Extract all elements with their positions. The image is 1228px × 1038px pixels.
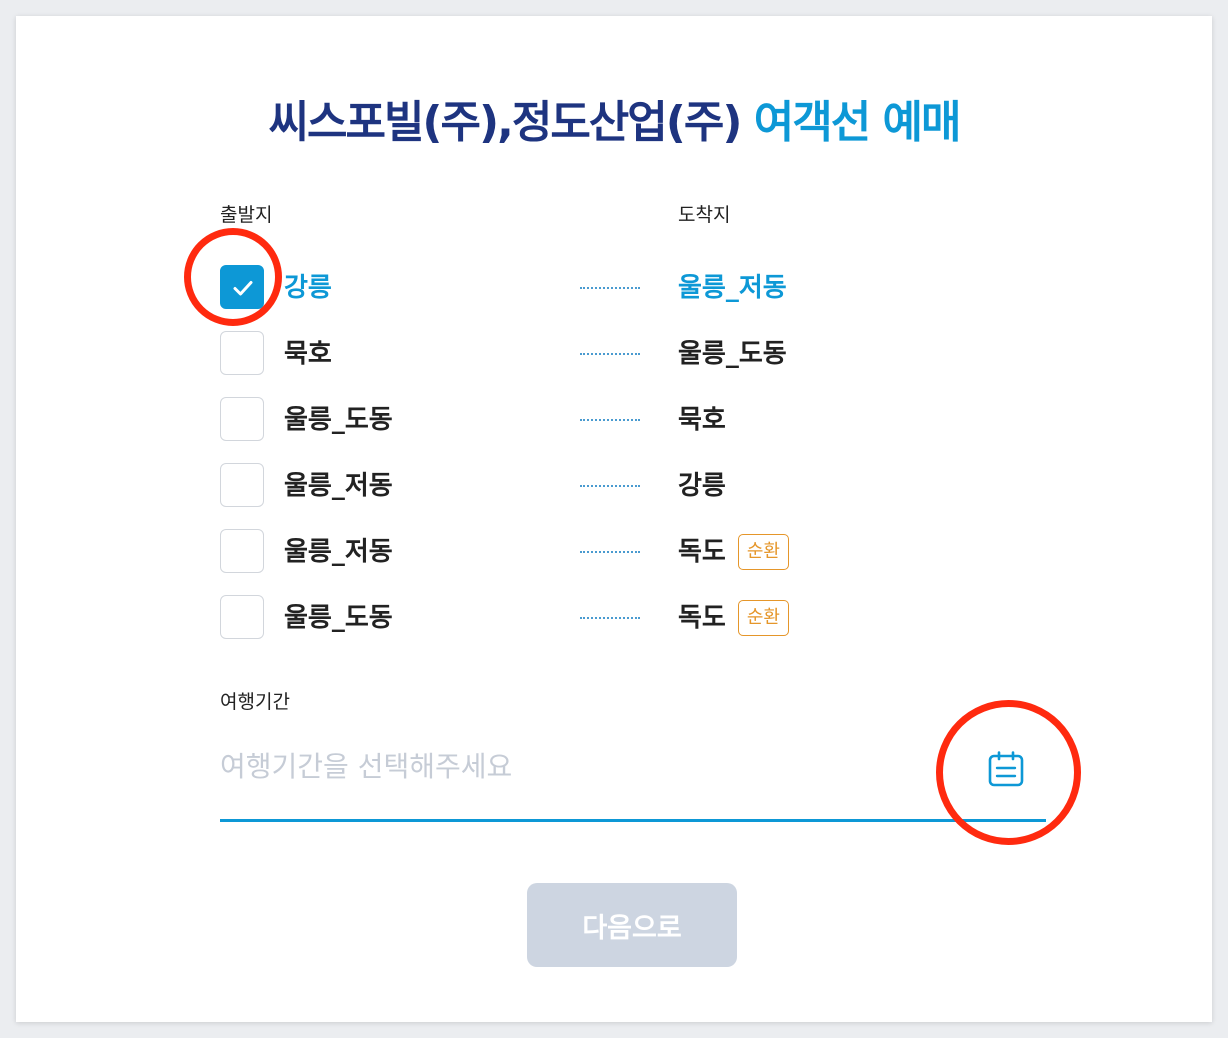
route-connector	[580, 419, 640, 421]
route-arrival: 울릉_저동	[678, 265, 787, 311]
route-checkbox[interactable]	[220, 529, 264, 573]
route-checkbox[interactable]	[220, 265, 264, 309]
route-connector	[580, 617, 640, 619]
arrival-column-label: 도착지	[678, 204, 731, 226]
route-connector	[580, 353, 640, 355]
route-arrival-label: 울릉_저동	[678, 273, 787, 303]
route-connector	[580, 287, 640, 289]
title-service: 여객선 예매	[753, 97, 962, 148]
route-arrival: 독도 순환	[678, 595, 789, 641]
route-arrival-label: 독도	[678, 537, 726, 567]
calendar-icon[interactable]	[984, 750, 1028, 790]
route-arrival-label: 강릉	[678, 471, 726, 501]
route-connector	[580, 551, 640, 553]
circular-route-badge: 순환	[737, 534, 789, 570]
route-arrival: 묵호	[678, 397, 726, 443]
route-arrival-label: 독도	[678, 603, 726, 633]
route-departure[interactable]: 울릉_저동	[284, 529, 393, 575]
departure-column-label: 출발지	[220, 204, 273, 226]
route-row[interactable]: 울릉_도동 독도 순환	[16, 595, 1212, 641]
period-underline	[220, 819, 1046, 822]
title-company: 씨스포빌(주),정도산업(주)	[268, 97, 754, 148]
route-row[interactable]: 강릉 울릉_저동	[16, 265, 1212, 311]
booking-card: 씨스포빌(주),정도산업(주) 여객선 예매 출발지 도착지 강릉 울릉_저동 묵호…	[16, 16, 1212, 1022]
route-arrival: 독도 순환	[678, 529, 789, 575]
route-departure[interactable]: 강릉	[284, 265, 332, 311]
circular-route-badge: 순환	[737, 600, 789, 636]
route-row[interactable]: 묵호 울릉_도동	[16, 331, 1212, 377]
route-departure[interactable]: 울릉_도동	[284, 397, 393, 443]
route-departure[interactable]: 울릉_도동	[284, 595, 393, 641]
route-arrival: 울릉_도동	[678, 331, 787, 377]
period-input[interactable]	[220, 738, 960, 794]
page-title: 씨스포빌(주),정도산업(주) 여객선 예매	[16, 86, 1212, 150]
route-checkbox[interactable]	[220, 463, 264, 507]
route-arrival-label: 묵호	[678, 405, 726, 435]
period-label: 여행기간	[220, 691, 290, 713]
route-row[interactable]: 울릉_저동 강릉	[16, 463, 1212, 509]
route-departure[interactable]: 묵호	[284, 331, 332, 377]
route-arrival: 강릉	[678, 463, 726, 509]
route-arrival-label: 울릉_도동	[678, 339, 787, 369]
route-connector	[580, 485, 640, 487]
check-icon	[233, 281, 253, 296]
next-button[interactable]: 다음으로	[527, 883, 737, 967]
route-checkbox[interactable]	[220, 397, 264, 441]
route-row[interactable]: 울릉_도동 묵호	[16, 397, 1212, 443]
route-row[interactable]: 울릉_저동 독도 순환	[16, 529, 1212, 575]
route-checkbox[interactable]	[220, 595, 264, 639]
route-departure[interactable]: 울릉_저동	[284, 463, 393, 509]
route-checkbox[interactable]	[220, 331, 264, 375]
